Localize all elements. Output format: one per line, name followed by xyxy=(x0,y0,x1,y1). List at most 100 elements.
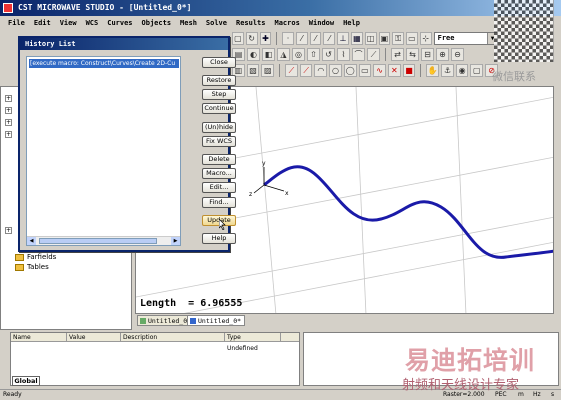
history-list-dialog: History List [execute macro: Construct\C… xyxy=(18,36,236,252)
expand-icon[interactable]: + xyxy=(5,227,12,234)
lock-icon[interactable]: ⚿ xyxy=(392,32,405,45)
document-icon xyxy=(140,318,146,324)
expand-icon[interactable]: + xyxy=(5,95,12,102)
select-icon[interactable]: ✚ xyxy=(259,32,272,45)
mirror-icon[interactable]: ⇆ xyxy=(406,48,419,61)
toolbar-separator xyxy=(420,64,422,77)
expand-icon[interactable]: + xyxy=(5,107,12,114)
viewport-tab-active[interactable]: Untitled_0* xyxy=(187,315,246,326)
stop-icon[interactable]: ■ xyxy=(402,64,416,77)
wireframe-icon[interactable]: ◫ xyxy=(364,32,377,45)
axis-label-x: x xyxy=(285,190,289,197)
menu-bar: File Edit View WCS Curves Objects Mesh S… xyxy=(0,16,561,30)
rotate-icon[interactable]: ↻ xyxy=(245,32,258,45)
menu-wcs[interactable]: WCS xyxy=(86,16,99,30)
hand-icon[interactable]: ✋ xyxy=(426,64,440,77)
circle-icon[interactable]: ○ xyxy=(329,64,342,77)
boolean-subtract-icon[interactable]: ⊖ xyxy=(451,48,464,61)
parameter-list[interactable]: Name Value Description Type Undefined xyxy=(10,332,300,386)
toolbar-row-2: ▤ ◐ ◧ ◮ ◎ ⇧ ↺ ⌇ ⌒ ⟋ ⇄ ⇆ ⊟ ⊕ ⊖ xyxy=(228,46,498,63)
parameter-type-value[interactable]: Undefined xyxy=(227,345,258,352)
continue-button[interactable]: Continue xyxy=(202,103,236,114)
expand-icon[interactable]: + xyxy=(5,119,12,126)
menu-macros[interactable]: Macros xyxy=(275,16,300,30)
monitor-icon[interactable]: ▢ xyxy=(470,64,484,77)
boolean-add-icon[interactable]: ⊕ xyxy=(436,48,449,61)
window-title: CST MICROWAVE STUDIO - [Untitled_0*] xyxy=(18,3,192,12)
pick-center-icon[interactable]: ⁄ xyxy=(323,32,336,45)
folder-icon[interactable]: ▭ xyxy=(406,32,418,45)
macro-button[interactable]: Macro... xyxy=(202,168,236,179)
menu-curves[interactable]: Curves xyxy=(107,16,132,30)
edge-icon[interactable]: ▨ xyxy=(261,64,275,77)
help-button[interactable]: Help xyxy=(202,233,236,244)
sphere-icon[interactable]: ◐ xyxy=(247,48,260,61)
anchor-icon[interactable]: ⚓ xyxy=(441,64,454,77)
menu-view[interactable]: View xyxy=(60,16,77,30)
menu-window[interactable]: Window xyxy=(309,16,334,30)
close-button[interactable]: Close xyxy=(202,57,236,68)
menu-mesh[interactable]: Mesh xyxy=(180,16,197,30)
tab-global[interactable]: Global xyxy=(12,376,40,386)
menu-file[interactable]: File xyxy=(8,16,25,30)
history-list-box[interactable]: [execute macro: Construct\Curves\Create … xyxy=(26,56,181,246)
align-icon[interactable]: ⊟ xyxy=(421,48,434,61)
menu-help[interactable]: Help xyxy=(343,16,360,30)
menu-results[interactable]: Results xyxy=(236,16,266,30)
wcs-icon[interactable]: ⊹ xyxy=(419,32,432,45)
fix-wcs-button[interactable]: Fix WCS xyxy=(202,136,236,147)
viewport-tab-bar: Untitled_0* Untitled_0* xyxy=(135,314,554,328)
extrude-icon[interactable]: ⇧ xyxy=(307,48,320,61)
tree-item-farfields[interactable]: Farfields xyxy=(15,253,56,262)
open-icon[interactable]: ▢ xyxy=(232,32,244,45)
delete-button[interactable]: Delete xyxy=(202,154,236,165)
scroll-right-icon[interactable]: ▶ xyxy=(171,237,180,245)
spline-icon[interactable]: ∿ xyxy=(373,64,386,77)
face-icon[interactable]: ▧ xyxy=(246,64,260,77)
polyline-icon[interactable]: ⟋ xyxy=(299,64,313,77)
spline-curve[interactable] xyxy=(263,165,554,259)
loft-icon[interactable]: ⌇ xyxy=(337,48,350,61)
pick-point-icon[interactable]: · xyxy=(282,32,294,45)
scrollbar-thumb[interactable] xyxy=(39,238,157,244)
tree-item-tables[interactable]: Tables xyxy=(15,263,49,272)
torus-icon[interactable]: ◎ xyxy=(292,48,305,61)
cone-icon[interactable]: ◮ xyxy=(277,48,290,61)
blend-icon[interactable]: ⌒ xyxy=(352,48,365,61)
mode-select[interactable]: Free ▼ xyxy=(433,32,499,45)
delete-curve-icon[interactable]: ✕ xyxy=(388,64,401,77)
column-description[interactable]: Description xyxy=(121,333,225,341)
target-icon[interactable]: ◉ xyxy=(455,64,469,77)
column-value[interactable]: Value xyxy=(67,333,121,341)
column-type[interactable]: Type xyxy=(225,333,281,341)
cylinder-icon[interactable]: ◧ xyxy=(262,48,275,61)
find-button[interactable]: Find... xyxy=(202,197,236,208)
expand-icon[interactable]: + xyxy=(5,131,12,138)
history-list-item[interactable]: [execute macro: Construct\Curves\Create … xyxy=(29,59,179,68)
edit-button[interactable]: Edit... xyxy=(202,182,236,193)
scroll-left-icon[interactable]: ◀ xyxy=(27,237,36,245)
shaded-icon[interactable]: ▣ xyxy=(378,32,391,45)
line-icon[interactable]: ⟋ xyxy=(285,64,298,77)
rectangle-icon[interactable]: ▭ xyxy=(358,64,372,77)
toolbar-separator xyxy=(276,32,278,45)
unhide-button[interactable]: (Un)hide xyxy=(202,122,236,133)
grid-icon[interactable]: ▦ xyxy=(351,32,363,45)
column-name[interactable]: Name xyxy=(11,333,67,341)
chamfer-icon[interactable]: ⟋ xyxy=(367,48,380,61)
menu-objects[interactable]: Objects xyxy=(142,16,172,30)
step-button[interactable]: Step xyxy=(202,89,236,100)
pick-face-icon[interactable]: ⁄ xyxy=(309,32,322,45)
menu-solve[interactable]: Solve xyxy=(206,16,227,30)
restore-button[interactable]: Restore xyxy=(202,75,236,86)
pick-edge-icon[interactable]: ⁄ xyxy=(295,32,308,45)
ellipse-icon[interactable]: ◯ xyxy=(343,64,357,77)
menu-edit[interactable]: Edit xyxy=(34,16,51,30)
arc-icon[interactable]: ◠ xyxy=(314,64,328,77)
watermark-brand: 易迪拓培训 xyxy=(405,346,536,375)
axes-icon[interactable]: ⊥ xyxy=(337,32,350,45)
transform-icon[interactable]: ⇄ xyxy=(391,48,404,61)
rotate-solid-icon[interactable]: ↺ xyxy=(322,48,335,61)
folder-icon xyxy=(15,264,24,271)
horizontal-scrollbar[interactable]: ◀ ▶ xyxy=(27,236,180,245)
